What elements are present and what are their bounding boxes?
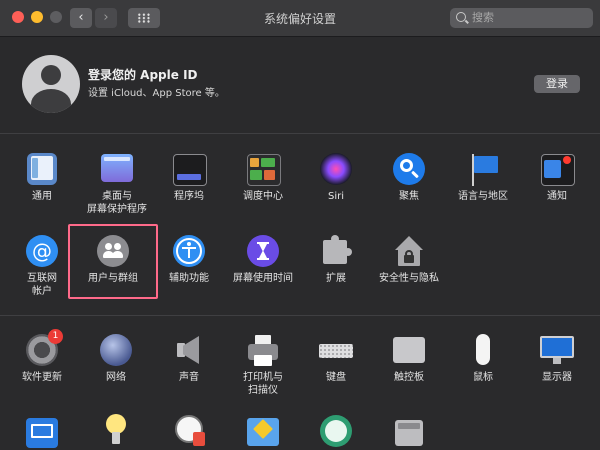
pref-startup-disk[interactable] bbox=[373, 414, 445, 448]
siri-icon bbox=[319, 152, 353, 186]
section-divider bbox=[0, 315, 600, 316]
search-icon bbox=[456, 12, 466, 22]
clock-icon bbox=[172, 414, 206, 448]
show-all-button[interactable] bbox=[128, 8, 160, 28]
login-button[interactable]: 登录 bbox=[534, 75, 580, 93]
pref-keyboard[interactable]: 键盘 bbox=[300, 333, 372, 384]
pref-spotlight[interactable]: 聚焦 bbox=[373, 152, 445, 203]
general-icon bbox=[25, 152, 59, 186]
globe-icon bbox=[99, 333, 133, 367]
keyboard-label: 键盘 bbox=[326, 372, 346, 383]
trackpad-label: 触控板 bbox=[394, 372, 424, 383]
notifications-label: 通知 bbox=[547, 191, 567, 202]
printer-icon bbox=[246, 333, 280, 367]
speaker-icon bbox=[172, 333, 206, 367]
avatar[interactable] bbox=[22, 55, 80, 113]
mouse-label: 鼠标 bbox=[473, 372, 493, 383]
accessibility-label: 辅助功能 bbox=[169, 273, 209, 284]
dock-label: 程序坞 bbox=[174, 191, 204, 202]
pref-desktop-screensaver[interactable]: 桌面与 屏幕保护程序 bbox=[81, 152, 153, 216]
at-sign-icon: @ bbox=[25, 234, 59, 268]
grid-icon bbox=[137, 13, 151, 23]
pref-software-update[interactable]: 1 软件更新 bbox=[6, 329, 78, 384]
search-placeholder: 搜索 bbox=[472, 11, 494, 24]
gear-icon: 1 bbox=[25, 329, 63, 367]
forward-button[interactable]: › bbox=[95, 8, 117, 28]
screen-time-label: 屏幕使用时间 bbox=[233, 273, 293, 284]
pref-notifications[interactable]: 通知 bbox=[521, 152, 593, 203]
pref-network[interactable]: 网络 bbox=[80, 333, 152, 384]
mission-control-label: 调度中心 bbox=[243, 191, 283, 202]
spotlight-label: 聚焦 bbox=[399, 191, 419, 202]
desktop-label: 桌面与 屏幕保护程序 bbox=[87, 191, 147, 215]
pref-sidecar[interactable] bbox=[6, 414, 78, 448]
trackpad-icon bbox=[392, 333, 426, 367]
close-window-button[interactable] bbox=[12, 11, 24, 23]
desktop-icon bbox=[100, 152, 134, 186]
pref-sharing[interactable] bbox=[227, 414, 299, 448]
minimize-window-button[interactable] bbox=[31, 11, 43, 23]
puzzle-icon bbox=[319, 234, 353, 268]
sound-label: 声音 bbox=[179, 372, 199, 383]
search-field[interactable]: 搜索 bbox=[450, 8, 593, 28]
pref-mission-control[interactable]: 调度中心 bbox=[227, 152, 299, 203]
update-count-badge: 1 bbox=[48, 329, 63, 344]
network-label: 网络 bbox=[106, 372, 126, 383]
pref-screen-time[interactable]: 屏幕使用时间 bbox=[227, 234, 299, 285]
accessibility-icon bbox=[172, 234, 206, 268]
sidecar-icon bbox=[25, 414, 59, 448]
house-lock-icon bbox=[392, 234, 426, 268]
pref-energy-saver[interactable] bbox=[80, 414, 152, 448]
selection-highlight bbox=[68, 224, 158, 299]
pref-date-time[interactable] bbox=[153, 414, 225, 448]
pref-security-privacy[interactable]: 安全性与隐私 bbox=[373, 234, 445, 285]
pref-siri[interactable]: Siri bbox=[300, 152, 372, 203]
flag-icon bbox=[466, 152, 500, 186]
extensions-label: 扩展 bbox=[326, 273, 346, 284]
pref-language-region[interactable]: 语言与地区 bbox=[447, 152, 519, 203]
siri-label: Siri bbox=[327, 191, 344, 202]
dock-icon bbox=[172, 152, 207, 186]
apple-id-title: 登录您的 Apple ID bbox=[88, 68, 198, 82]
displays-label: 显示器 bbox=[542, 372, 572, 383]
software-update-label: 软件更新 bbox=[22, 372, 62, 383]
pref-sound[interactable]: 声音 bbox=[153, 333, 225, 384]
notifications-icon bbox=[540, 152, 575, 186]
printers-label: 打印机与 扫描仪 bbox=[243, 372, 283, 396]
keyboard-icon bbox=[319, 333, 353, 367]
display-icon bbox=[540, 333, 574, 367]
hourglass-icon bbox=[246, 234, 280, 268]
back-button[interactable]: ‹ bbox=[70, 8, 92, 28]
pref-mouse[interactable]: 鼠标 bbox=[447, 333, 519, 384]
lightbulb-icon bbox=[99, 414, 133, 448]
language-region-label: 语言与地区 bbox=[458, 191, 508, 202]
pref-trackpad[interactable]: 触控板 bbox=[373, 333, 445, 384]
general-label: 通用 bbox=[32, 191, 52, 202]
folder-sign-icon bbox=[246, 414, 280, 448]
time-machine-icon bbox=[319, 414, 353, 448]
mission-control-icon bbox=[246, 152, 281, 186]
apple-id-subtitle: 设置 iCloud、App Store 等。 bbox=[88, 88, 225, 99]
pref-time-machine[interactable] bbox=[300, 414, 372, 448]
title-bar: ‹ › 系统偏好设置 搜索 bbox=[0, 0, 600, 37]
mouse-icon bbox=[466, 333, 500, 367]
pref-accessibility[interactable]: 辅助功能 bbox=[153, 234, 225, 285]
apple-id-section: 登录您的 Apple ID 设置 iCloud、App Store 等。 登录 bbox=[0, 37, 600, 134]
security-privacy-label: 安全性与隐私 bbox=[379, 273, 439, 284]
spotlight-icon bbox=[392, 152, 426, 186]
pref-extensions[interactable]: 扩展 bbox=[300, 234, 372, 285]
pref-general[interactable]: 通用 bbox=[6, 152, 78, 203]
zoom-window-button[interactable] bbox=[50, 11, 62, 23]
pref-dock[interactable]: 程序坞 bbox=[153, 152, 225, 203]
pref-displays[interactable]: 显示器 bbox=[521, 333, 593, 384]
disk-icon bbox=[392, 414, 426, 448]
pref-printers-scanners[interactable]: 打印机与 扫描仪 bbox=[227, 333, 299, 397]
